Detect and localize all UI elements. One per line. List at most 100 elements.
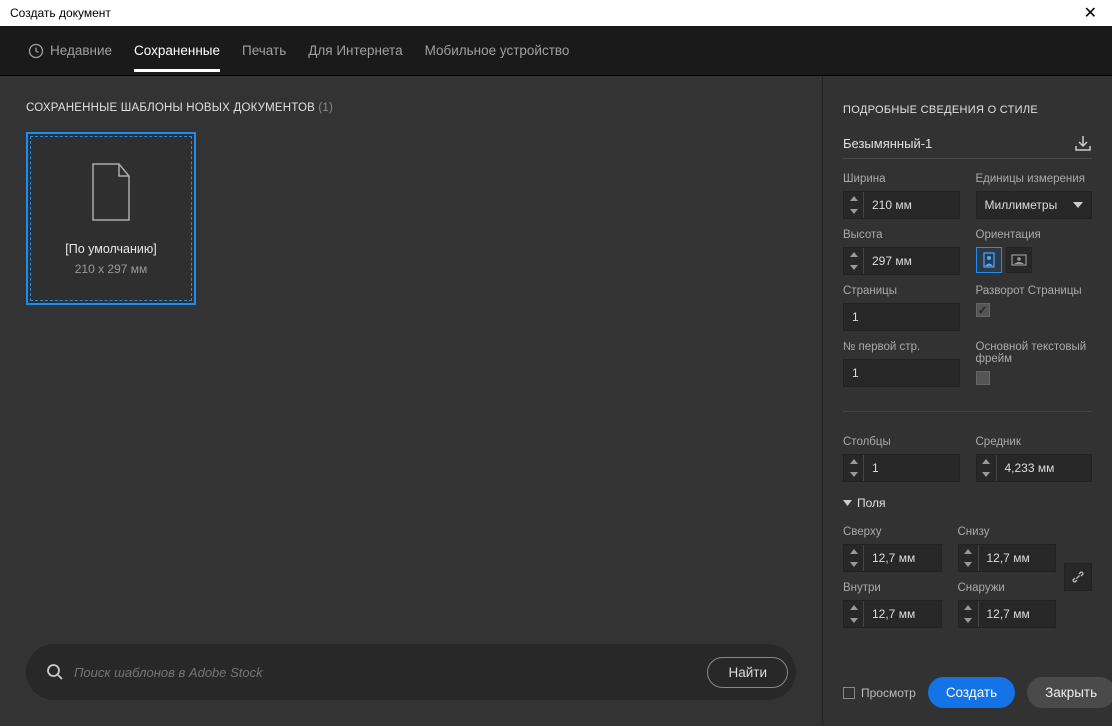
docname-row	[843, 134, 1092, 159]
tab-label: Печать	[242, 43, 286, 58]
searchbar: Найти	[26, 644, 796, 700]
spinner-up[interactable]	[844, 192, 863, 205]
spinner-down[interactable]	[844, 205, 863, 218]
tab-web[interactable]: Для Интернета	[308, 29, 402, 72]
spinner-up[interactable]	[959, 601, 978, 614]
textframe-checkbox[interactable]	[976, 371, 990, 385]
spinner-buttons	[844, 192, 864, 218]
titlebar: Создать документ ✕	[0, 0, 1112, 26]
close-icon[interactable]: ✕	[1079, 3, 1102, 23]
label-columns: Столбцы	[843, 436, 960, 448]
spinner-down[interactable]	[977, 468, 996, 481]
label-startpage: № первой стр.	[843, 341, 960, 353]
margins-wrap: Сверху 12,7 мм Снизу	[843, 526, 1092, 628]
spinner-up[interactable]	[844, 248, 863, 261]
tab-recent[interactable]: Недавние	[28, 29, 112, 73]
panel-title: ПОДРОБНЫЕ СВЕДЕНИЯ О СТИЛЕ	[843, 104, 1092, 116]
field-margin-inside: Внутри 12,7 мм	[843, 582, 942, 628]
spinner-up[interactable]	[959, 545, 978, 558]
margin-top-input[interactable]: 12,7 мм	[843, 544, 942, 572]
label-pages: Страницы	[843, 285, 960, 297]
preset-grid: [По умолчанию] 210 x 297 мм	[26, 132, 796, 634]
spinner-buttons	[844, 248, 864, 274]
search-input[interactable]	[74, 665, 697, 680]
chevron-down-icon	[1073, 202, 1083, 208]
search-button[interactable]: Найти	[707, 657, 788, 688]
field-gutter: Средник 4,233 мм	[976, 436, 1093, 482]
width-input[interactable]: 210 мм	[843, 191, 960, 219]
save-preset-icon[interactable]	[1074, 134, 1092, 152]
columns-input[interactable]: 1	[843, 454, 960, 482]
field-spread: Разворот Страницы	[976, 285, 1093, 331]
orientation-landscape[interactable]	[1006, 247, 1032, 273]
margin-inside-value[interactable]: 12,7 мм	[864, 601, 941, 627]
units-value: Миллиметры	[985, 198, 1058, 212]
preset-count: (1)	[318, 102, 333, 114]
clock-icon	[28, 43, 44, 59]
units-dropdown[interactable]: Миллиметры	[976, 191, 1093, 219]
spinner-up[interactable]	[844, 545, 863, 558]
gutter-value[interactable]: 4,233 мм	[997, 455, 1092, 481]
gutter-input[interactable]: 4,233 мм	[976, 454, 1093, 482]
orientation-buttons	[976, 247, 1093, 273]
spinner-up[interactable]	[844, 601, 863, 614]
preview-checkbox[interactable]	[843, 687, 855, 699]
spread-checkbox[interactable]	[976, 303, 990, 317]
tab-label: Сохраненные	[134, 43, 220, 58]
spinner-down[interactable]	[844, 614, 863, 627]
margin-top-value[interactable]: 12,7 мм	[864, 545, 941, 571]
field-margin-bottom: Снизу 12,7 мм	[958, 526, 1057, 572]
margin-bottom-input[interactable]: 12,7 мм	[958, 544, 1057, 572]
create-button[interactable]: Создать	[928, 677, 1015, 708]
tab-label: Мобильное устройство	[425, 43, 570, 58]
spinner-buttons	[844, 601, 864, 627]
tabs: Недавние Сохраненные Печать Для Интернет…	[0, 26, 1112, 76]
bottom-actions: Просмотр Создать Закрыть	[843, 657, 1092, 708]
spinner-down[interactable]	[844, 468, 863, 481]
spinner-up[interactable]	[844, 455, 863, 468]
section-header: СОХРАНЕННЫЕ ШАБЛОНЫ НОВЫХ ДОКУМЕНТОВ (1)	[26, 102, 796, 114]
link-margins-button[interactable]	[1064, 563, 1092, 591]
window-title: Создать документ	[10, 6, 111, 20]
label-bottom: Снизу	[958, 526, 1057, 538]
spinner-down[interactable]	[959, 614, 978, 627]
field-pages: Страницы 1	[843, 285, 960, 331]
spinner-down[interactable]	[844, 261, 863, 274]
startpage-input[interactable]: 1	[843, 359, 960, 387]
tab-print[interactable]: Печать	[242, 29, 286, 72]
field-margin-top: Сверху 12,7 мм	[843, 526, 942, 572]
spinner-up[interactable]	[977, 455, 996, 468]
label-orientation: Ориентация	[976, 229, 1093, 241]
tab-saved[interactable]: Сохраненные	[134, 29, 220, 72]
spinner-buttons	[844, 455, 864, 481]
startpage-value: 1	[852, 366, 859, 380]
margin-outside-value[interactable]: 12,7 мм	[979, 601, 1056, 627]
spinner-down[interactable]	[844, 558, 863, 571]
height-input[interactable]: 297 мм	[843, 247, 960, 275]
label-width: Ширина	[843, 173, 960, 185]
close-button[interactable]: Закрыть	[1027, 677, 1112, 708]
left-panel: СОХРАНЕННЫЕ ШАБЛОНЫ НОВЫХ ДОКУМЕНТОВ (1)…	[0, 76, 822, 726]
margin-bottom-value[interactable]: 12,7 мм	[979, 545, 1056, 571]
width-value[interactable]: 210 мм	[864, 192, 959, 218]
margin-inside-input[interactable]: 12,7 мм	[843, 600, 942, 628]
divider	[843, 411, 1092, 412]
preview-checkbox-wrap[interactable]: Просмотр	[843, 686, 916, 700]
preset-card-default[interactable]: [По умолчанию] 210 x 297 мм	[26, 132, 196, 305]
tab-mobile[interactable]: Мобильное устройство	[425, 29, 570, 72]
field-startpage: № первой стр. 1	[843, 341, 960, 387]
columns-value[interactable]: 1	[864, 455, 959, 481]
spinner-down[interactable]	[959, 558, 978, 571]
margin-outside-input[interactable]: 12,7 мм	[958, 600, 1057, 628]
orientation-portrait[interactable]	[976, 247, 1002, 273]
spinner-buttons	[977, 455, 997, 481]
margins-header[interactable]: Поля	[843, 496, 1092, 510]
tab-label: Для Интернета	[308, 43, 402, 58]
field-width: Ширина 210 мм	[843, 173, 960, 219]
label-margins: Поля	[857, 496, 886, 510]
field-units: Единицы измерения Миллиметры	[976, 173, 1093, 219]
height-value[interactable]: 297 мм	[864, 248, 959, 274]
pages-input[interactable]: 1	[843, 303, 960, 331]
document-name-input[interactable]	[843, 136, 1074, 151]
right-panel: ПОДРОБНЫЕ СВЕДЕНИЯ О СТИЛЕ Ширина 210 мм	[822, 76, 1112, 726]
